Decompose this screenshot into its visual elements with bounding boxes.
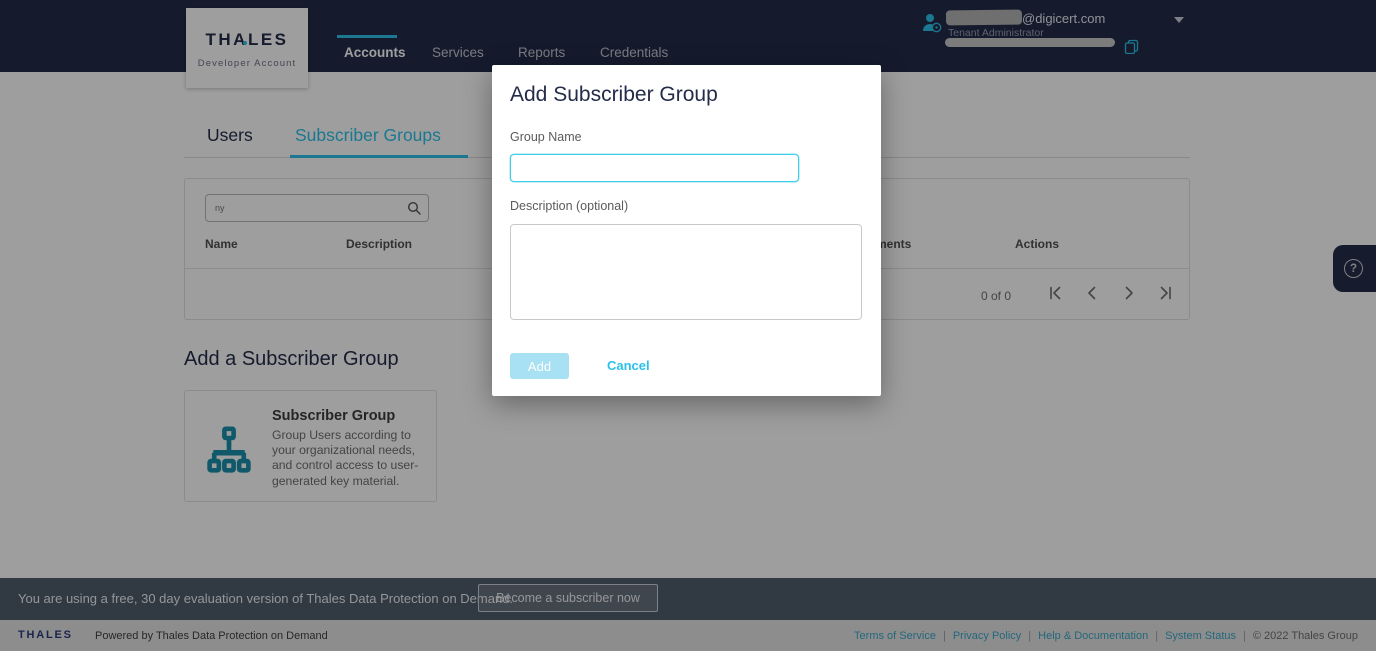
description-label: Description (optional): [510, 199, 628, 213]
description-textarea[interactable]: [510, 224, 862, 320]
add-button[interactable]: Add: [510, 353, 569, 379]
add-subscriber-group-modal: Add Subscriber Group Group Name Descript…: [492, 65, 881, 396]
modal-title: Add Subscriber Group: [510, 83, 718, 107]
page: Accounts Services Reports Credentials @d…: [0, 0, 1376, 651]
cancel-button[interactable]: Cancel: [607, 358, 650, 373]
group-name-label: Group Name: [510, 130, 582, 144]
group-name-input[interactable]: [510, 154, 799, 182]
